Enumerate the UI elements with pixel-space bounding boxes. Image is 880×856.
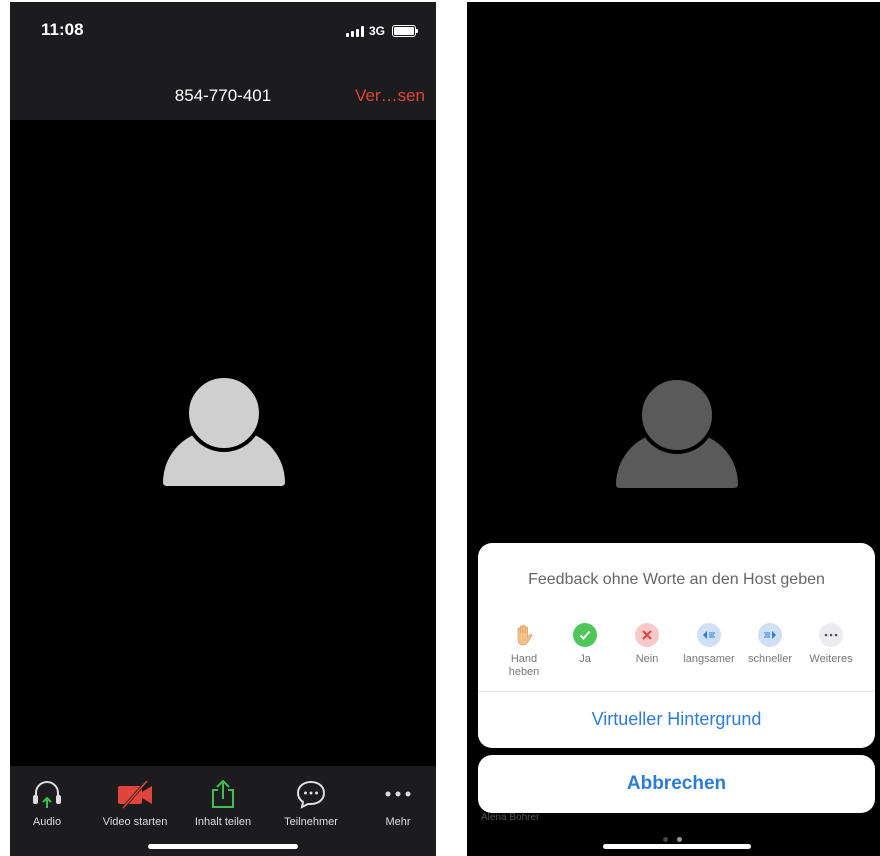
cancel-button[interactable]: Abbrechen: [478, 773, 875, 795]
yes-button[interactable]: Ja: [553, 623, 617, 666]
audio-button[interactable]: Audio: [10, 778, 87, 828]
video-off-icon: [118, 780, 152, 809]
share-content-button[interactable]: Inhalt teilen: [183, 778, 263, 828]
faster-button[interactable]: schneller: [738, 623, 802, 666]
more-button[interactable]: Mehr: [358, 778, 436, 828]
participant-name: Alena Bohrer: [481, 812, 540, 823]
check-icon: [573, 623, 597, 647]
more-icon: [819, 623, 843, 647]
video-start-button[interactable]: Video starten: [95, 778, 175, 828]
page-indicator: [663, 837, 682, 842]
sheet-title: Feedback ohne Worte an den Host geben: [528, 571, 825, 588]
raise-hand-icon: [512, 623, 536, 647]
more-dots-icon: [385, 791, 411, 797]
meeting-header: 854-770-401 Ver…sen: [10, 64, 436, 120]
reaction-screen: Feedback ohne Worte an den Host geben Ha…: [467, 2, 880, 856]
meeting-screen: 11:08 3G 854-770-401 Ver…sen Audio Video…: [10, 2, 436, 856]
leave-button[interactable]: Ver…sen: [355, 86, 425, 106]
reaction-sheet: Feedback ohne Worte an den Host geben Ha…: [478, 543, 875, 748]
sheet-divider: [478, 691, 875, 692]
more-feedback-button[interactable]: Weiteres: [799, 623, 863, 666]
participants-button[interactable]: Teilnehmer: [271, 778, 351, 828]
feedback-row: Hand heben Ja Nein langsamer schneller W…: [492, 623, 865, 683]
cancel-sheet[interactable]: Abbrechen: [478, 755, 875, 813]
slower-button[interactable]: langsamer: [677, 623, 741, 666]
chat-bubble-icon: [296, 780, 326, 809]
avatar-icon: [616, 376, 738, 490]
raise-hand-button[interactable]: Hand heben: [492, 623, 556, 679]
meeting-toolbar: Audio Video starten Inhalt teilen Teilne…: [10, 766, 436, 856]
faster-icon: [758, 623, 782, 647]
status-icons: 3G: [345, 24, 418, 38]
signal-icon: [345, 25, 364, 37]
avatar-icon: [163, 374, 285, 488]
headphones-icon: [33, 781, 61, 808]
status-bar: 11:08 3G: [10, 2, 436, 64]
status-time: 11:08: [41, 20, 84, 39]
slower-icon: [697, 623, 721, 647]
home-indicator[interactable]: [148, 844, 298, 849]
cross-icon: [635, 623, 659, 647]
battery-icon: [392, 25, 418, 37]
virtual-background-button[interactable]: Virtueller Hintergrund: [478, 709, 875, 730]
no-button[interactable]: Nein: [615, 623, 679, 666]
share-icon: [212, 779, 234, 808]
home-indicator[interactable]: [603, 844, 751, 849]
network-type: 3G: [368, 24, 385, 38]
